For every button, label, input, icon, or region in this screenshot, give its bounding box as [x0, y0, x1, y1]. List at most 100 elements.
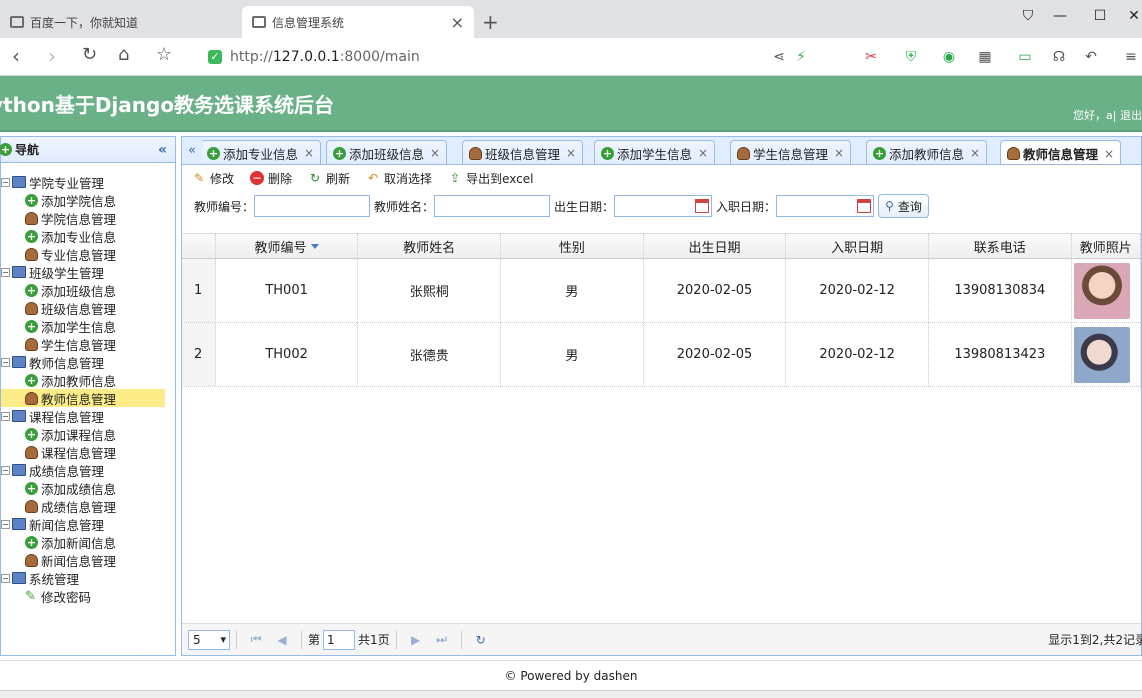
close-tab-icon[interactable]: × [1104, 147, 1114, 161]
minimize-icon[interactable]: — [1048, 8, 1072, 24]
close-tab-icon[interactable]: × [566, 146, 576, 160]
menu-icon[interactable]: ≡ [1122, 48, 1140, 66]
column-header[interactable]: 教师姓名 [358, 234, 501, 258]
export-excel-button[interactable]: ⇪ 导出到excel [448, 170, 533, 187]
nav-item[interactable]: + 添加教师信息 [1, 371, 175, 389]
nav-item[interactable]: 学生信息管理 [1, 335, 175, 353]
home-icon[interactable]: ⌂ [118, 44, 129, 65]
column-header[interactable]: 教师编号 [216, 234, 359, 258]
nav-item[interactable]: 教师信息管理 [1, 389, 165, 407]
nav-group[interactable]: − 系统管理 [1, 569, 175, 587]
reload-icon[interactable]: ↻ [82, 44, 97, 65]
column-header[interactable]: 入职日期 [786, 234, 929, 258]
expand-icon[interactable]: − [1, 519, 10, 529]
undo-icon[interactable]: ↶ [1082, 48, 1100, 66]
expand-icon[interactable]: − [1, 357, 10, 367]
column-header[interactable]: 教师照片 [1072, 234, 1141, 258]
table-row[interactable]: 1 TH001 张熙桐男 2020-02-05 2020-02-12 1390813083… [182, 259, 1141, 323]
nav-item[interactable]: 学院信息管理 [1, 209, 175, 227]
nav-item[interactable]: + 添加成绩信息 [1, 479, 175, 497]
nav-group[interactable]: − 课程信息管理 [1, 407, 175, 425]
nav-group[interactable]: − 班级学生管理 [1, 263, 175, 281]
back-icon[interactable]: ‹ [12, 44, 20, 68]
nav-item[interactable]: 新闻信息管理 [1, 551, 175, 569]
new-tab-icon[interactable]: + [482, 10, 499, 34]
nav-item[interactable]: 班级信息管理 [1, 299, 175, 317]
calendar-icon[interactable] [857, 199, 872, 213]
url-input[interactable]: ✓ http://127.0.0.1:8000/main [208, 45, 748, 69]
tab-scroll-left-icon[interactable]: « [182, 137, 202, 164]
hire-date-input[interactable] [776, 195, 875, 217]
expand-icon[interactable]: − [1, 177, 10, 187]
edit-button[interactable]: ✎ 修改 [192, 170, 234, 187]
query-button[interactable]: ⚲ 查询 [878, 194, 929, 218]
prev-page-icon[interactable]: ◀ [273, 633, 291, 647]
user-logout-bar[interactable]: 您好，a| 退出 [1073, 107, 1142, 123]
close-tab-icon[interactable]: × [304, 146, 314, 160]
collapse-icon[interactable]: « [158, 142, 167, 158]
expand-icon[interactable]: − [1, 411, 10, 421]
column-header[interactable]: 联系电话 [929, 234, 1072, 258]
close-tab-icon[interactable]: × [970, 146, 980, 160]
close-tab-icon[interactable]: × [451, 13, 464, 32]
delete-button[interactable]: − 删除 [250, 170, 292, 187]
lightning-icon[interactable]: ⚡ [792, 48, 810, 66]
headphones-icon[interactable]: ☊ [1050, 48, 1068, 66]
content-tab[interactable]: 教师信息管理 × [1000, 140, 1122, 164]
nav-item[interactable]: + 添加班级信息 [1, 281, 175, 299]
nav-group[interactable]: − 成绩信息管理 [1, 461, 175, 479]
close-window-icon[interactable]: ✕ [1122, 8, 1142, 24]
content-tab[interactable]: + 添加班级信息 × [326, 140, 448, 164]
expand-icon[interactable]: − [1, 465, 10, 475]
teacher-no-input[interactable] [254, 195, 371, 217]
nav-group[interactable]: − 学院专业管理 [1, 173, 175, 191]
expand-icon[interactable]: − [1, 267, 10, 277]
content-tab[interactable]: 学生信息管理 × [730, 140, 852, 164]
scissors-icon[interactable]: ✂ [862, 48, 880, 66]
content-tab[interactable]: + 添加专业信息 × [200, 140, 322, 164]
nav-item[interactable]: + 添加学生信息 [1, 317, 175, 335]
battery-icon[interactable]: ▭ [1016, 48, 1034, 66]
forward-icon[interactable]: › [48, 44, 56, 68]
nav-item[interactable]: + 添加学院信息 [1, 191, 175, 209]
first-page-icon[interactable]: ⏮ [247, 632, 265, 647]
close-tab-icon[interactable]: × [698, 146, 708, 160]
page-number-input[interactable]: 1 [323, 629, 356, 650]
extension-icon[interactable]: ◉ [940, 48, 958, 66]
nav-item[interactable]: + 添加课程信息 [1, 425, 175, 443]
page-size-select[interactable]: 5 [188, 629, 230, 650]
close-tab-icon[interactable]: × [834, 146, 844, 160]
nav-group[interactable]: − 教师信息管理 [1, 353, 175, 371]
refresh-button[interactable]: ↻ 刷新 [308, 170, 350, 187]
nav-item[interactable]: 成绩信息管理 [1, 497, 175, 515]
table-row[interactable]: 2 TH002 张德贵男 2020-02-05 2020-02-12 1398081342… [182, 323, 1141, 387]
column-header[interactable]: 性别 [501, 234, 644, 258]
shield-icon[interactable]: ⛨ [902, 48, 920, 66]
cancel-select-button[interactable]: ↶ 取消选择 [366, 170, 432, 187]
content-tab[interactable]: + 添加教师信息 × [866, 140, 988, 164]
birth-date-input[interactable] [614, 195, 713, 217]
apps-icon[interactable]: ▦ [976, 48, 994, 66]
nav-group[interactable]: − 新闻信息管理 [1, 515, 175, 533]
teacher-name-input[interactable] [434, 195, 551, 217]
expand-icon[interactable]: − [1, 573, 10, 583]
share-icon[interactable]: ⋖ [770, 48, 788, 66]
calendar-icon[interactable] [695, 199, 710, 213]
nav-item[interactable]: ✎ 修改密码 [1, 587, 175, 605]
maximize-icon[interactable]: ☐ [1088, 8, 1112, 24]
pager-refresh-icon[interactable]: ↻ [472, 633, 490, 647]
nav-item[interactable]: + 添加新闻信息 [1, 533, 175, 551]
star-icon[interactable]: ☆ [156, 44, 172, 65]
shirt-icon[interactable]: ⛉ [1016, 8, 1040, 24]
browser-tab-active[interactable]: 信息管理系统 × [242, 6, 474, 38]
nav-item[interactable]: 课程信息管理 [1, 443, 175, 461]
nav-item[interactable]: 专业信息管理 [1, 245, 175, 263]
content-tab[interactable]: 班级信息管理 × [462, 140, 584, 164]
next-page-icon[interactable]: ▶ [407, 633, 425, 647]
browser-tab-baidu[interactable]: 百度一下，你就知道 [0, 6, 240, 38]
sort-down-icon[interactable] [310, 243, 319, 249]
content-tab[interactable]: + 添加学生信息 × [594, 140, 716, 164]
nav-item[interactable]: + 添加专业信息 [1, 227, 175, 245]
column-header[interactable]: 出生日期 [644, 234, 787, 258]
close-tab-icon[interactable]: × [430, 146, 440, 160]
